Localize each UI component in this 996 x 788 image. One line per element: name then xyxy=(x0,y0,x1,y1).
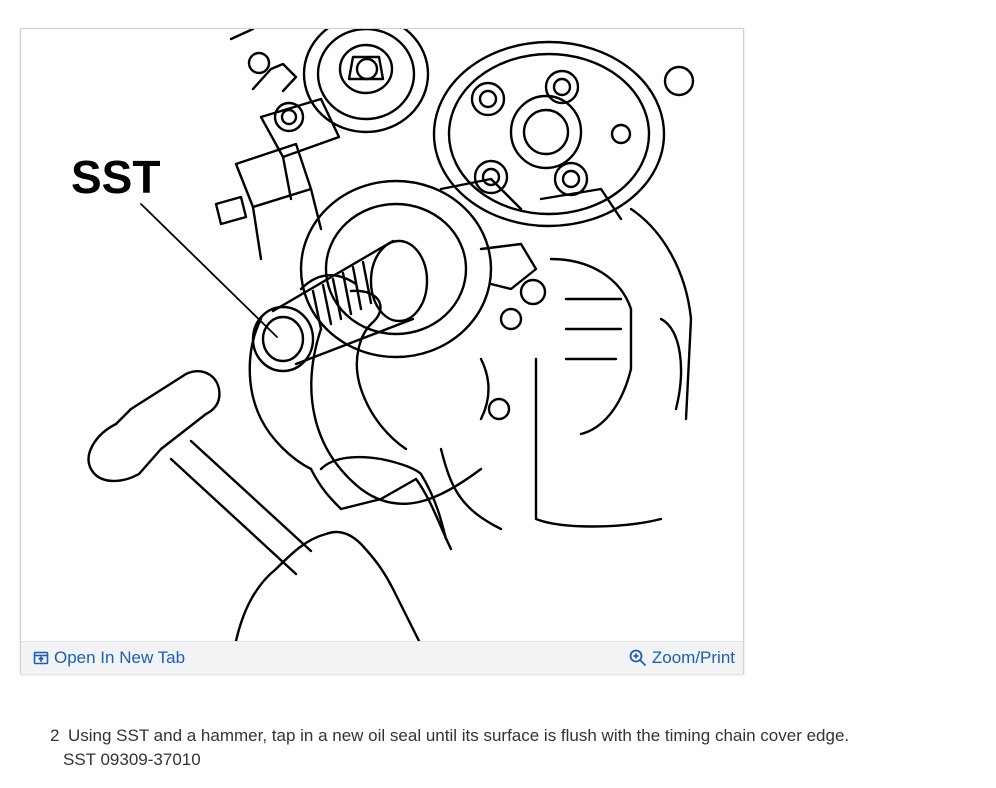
oil-seal-installation-illustration[interactable]: SST xyxy=(21,29,743,641)
sst-tool xyxy=(251,239,429,373)
sst-callout-label: SST xyxy=(71,151,160,203)
sst-part-number: SST 09309-37010 xyxy=(63,750,201,769)
zoom-print-link[interactable]: Zoom/Print xyxy=(629,648,735,668)
figure-card: SST Open In New Tab Zoom/Print xyxy=(20,28,744,674)
sensor-housing xyxy=(214,29,341,261)
figure-toolbar: Open In New Tab Zoom/Print xyxy=(21,641,743,674)
hammer xyxy=(87,370,313,576)
step-text: Using SST and a hammer, tap in a new oil… xyxy=(68,726,850,745)
instruction-step: 2 Using SST and a hammer, tap in a new oi… xyxy=(50,724,849,748)
idler-pulley xyxy=(302,29,430,134)
zoom-print-label: Zoom/Print xyxy=(651,648,735,667)
water-pump-pulley xyxy=(432,40,695,228)
timing-chain-cover xyxy=(299,177,693,531)
step-number: 2 xyxy=(50,726,60,745)
open-in-new-tab-link[interactable]: Open In New Tab xyxy=(33,648,185,668)
open-in-new-tab-label: Open In New Tab xyxy=(54,648,186,667)
zoom-in-icon xyxy=(629,649,647,667)
open-in-new-tab-icon xyxy=(33,650,49,666)
